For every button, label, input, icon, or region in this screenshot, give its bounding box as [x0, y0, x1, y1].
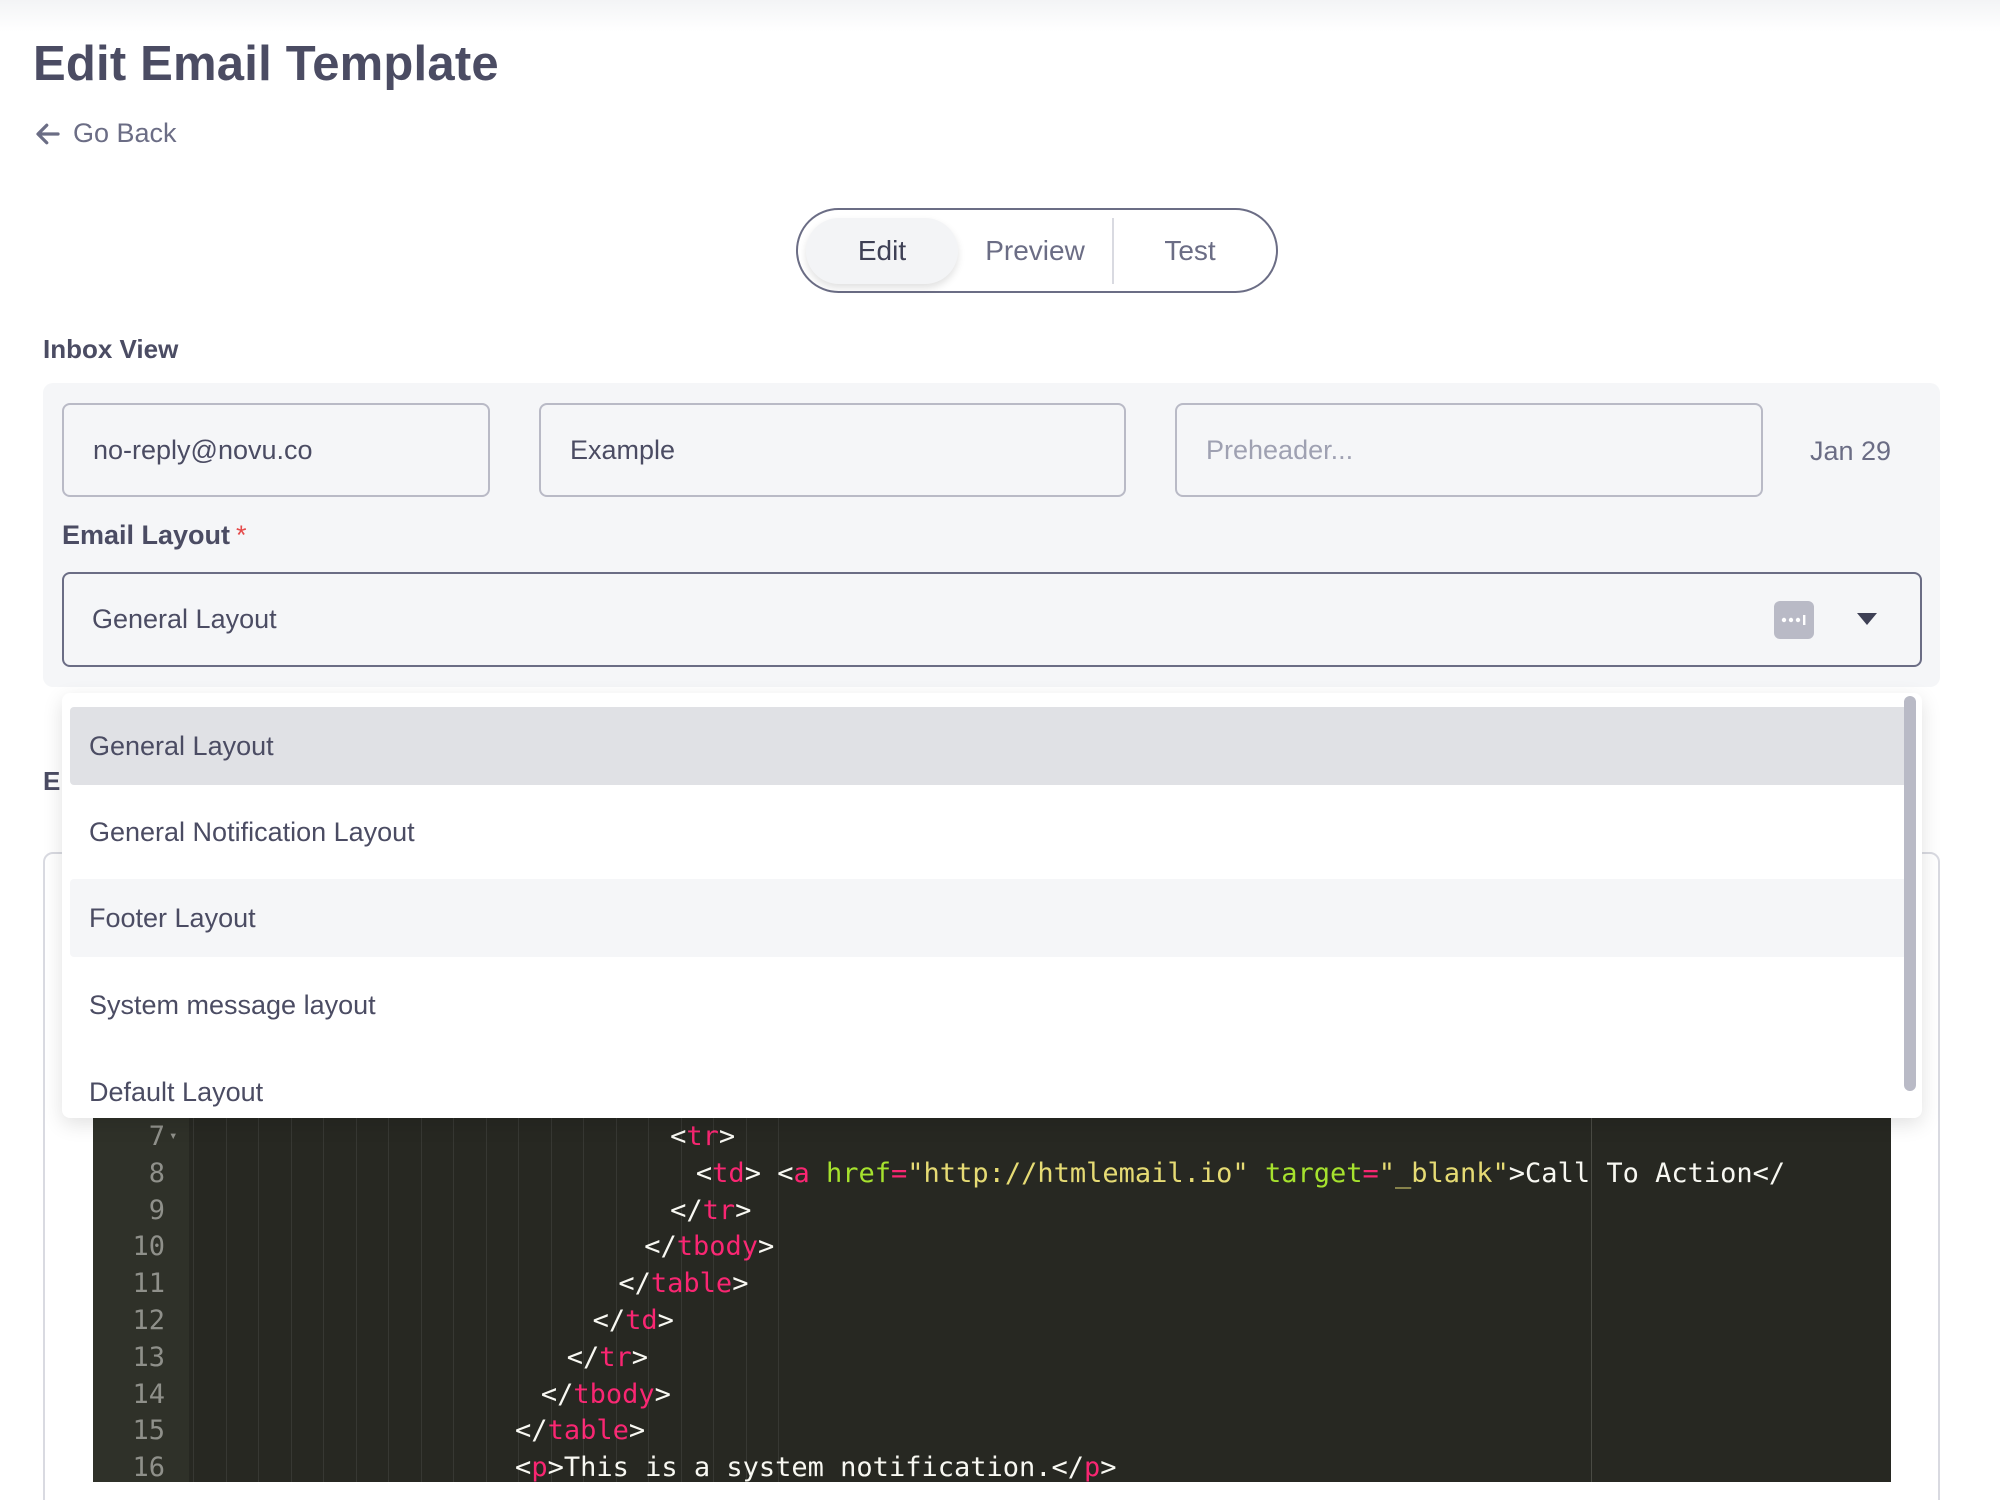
indent-guide — [550, 1118, 552, 1482]
code-line: 10 </tbody> — [93, 1228, 1891, 1265]
preheader-field[interactable]: Preheader... — [1175, 403, 1763, 497]
email-layout-label: Email Layout * — [62, 520, 247, 551]
password-manager-icon[interactable] — [1774, 601, 1814, 639]
dropdown-option[interactable]: General Notification Layout — [70, 793, 1908, 871]
line-number: 10 — [132, 1231, 165, 1263]
line-number: 16 — [132, 1452, 165, 1482]
code-text: </table> — [618, 1268, 749, 1300]
code-line: 12 </td> — [93, 1302, 1891, 1339]
go-back-label: Go Back — [73, 118, 177, 148]
indent-guide — [518, 1118, 519, 1482]
code-text: </tr> — [670, 1194, 752, 1226]
required-mark: * — [236, 520, 247, 550]
indent-guide — [258, 1118, 259, 1482]
indent-guide — [453, 1118, 454, 1482]
indent-guide — [485, 1118, 487, 1482]
tab-preview[interactable]: Preview — [958, 218, 1112, 284]
go-back-link[interactable]: Go Back — [33, 118, 177, 149]
code-text: </tbody> — [540, 1378, 671, 1410]
indent-guide — [193, 1118, 194, 1482]
code-line: 8 <td> <a href="http://htmlemail.io" targ… — [93, 1155, 1891, 1192]
tab-test[interactable]: Test — [1114, 218, 1266, 284]
code-line: 13 </tr> — [93, 1339, 1891, 1376]
indent-guide — [713, 1118, 714, 1482]
chevron-down-icon[interactable] — [1856, 612, 1878, 626]
line-number: 15 — [132, 1415, 165, 1447]
line-number: 11 — [132, 1268, 165, 1300]
arrow-left-icon — [36, 123, 60, 144]
code-text: <p>This is a system notification.</p> — [515, 1452, 1117, 1482]
subject-field[interactable]: Example — [539, 403, 1126, 497]
code-text: </table> — [515, 1415, 646, 1447]
fold-arrow-icon[interactable]: ▾ — [169, 1118, 177, 1155]
view-mode-switch: Edit Preview Test — [796, 208, 1278, 293]
indent-guide — [323, 1118, 324, 1482]
code-text: </tr> — [566, 1341, 649, 1373]
subject-value: Example — [570, 434, 676, 465]
indent-guide — [680, 1118, 682, 1482]
sender-field[interactable]: no-reply@novu.co — [62, 403, 490, 497]
code-text: <td> <a href="http://htmlemail.io" targe… — [695, 1157, 1786, 1189]
line-number: 9 — [148, 1194, 165, 1226]
indent-guide — [615, 1118, 617, 1482]
email-layout-select[interactable]: General Layout — [62, 572, 1922, 667]
inbox-view-label: Inbox View — [43, 334, 179, 364]
dropdown-option[interactable]: System message layout — [70, 966, 1908, 1044]
code-text: </td> — [592, 1305, 674, 1336]
sender-value: no-reply@novu.co — [93, 434, 313, 465]
code-text: </tbody> — [644, 1231, 775, 1263]
indent-guide — [290, 1118, 292, 1482]
inbox-date: Jan 29 — [1810, 436, 1892, 466]
indent-guide — [225, 1118, 227, 1482]
topbar-shadow — [0, 0, 2000, 32]
page-title: Edit Email Template — [33, 37, 499, 91]
email-layout-selected-value: General Layout — [92, 604, 277, 634]
code-line: 15 </table> — [93, 1412, 1891, 1449]
dropdown-option[interactable]: Default Layout — [70, 1053, 1908, 1118]
line-number: 13 — [132, 1341, 165, 1373]
line-number: 12 — [132, 1305, 165, 1336]
code-line: 7 ▾ <tr> — [93, 1118, 1891, 1155]
code-line: 9 </tr> — [93, 1192, 1891, 1229]
email-layout-label-text: Email Layout — [62, 520, 231, 550]
editor-section-label: E — [43, 766, 61, 796]
dropdown-scrollbar[interactable] — [1904, 696, 1916, 1091]
line-number: 8 — [148, 1157, 165, 1189]
indent-guide — [388, 1118, 389, 1482]
email-layout-dropdown: General Layout General Notification Layou… — [62, 693, 1922, 1118]
line-number: 7 — [148, 1121, 165, 1152]
print-margin-line — [1591, 1118, 1592, 1482]
indent-guide — [355, 1118, 357, 1482]
indent-guide — [778, 1118, 779, 1482]
preheader-placeholder: Preheader... — [1206, 434, 1354, 465]
tab-edit[interactable]: Edit — [806, 217, 958, 284]
indent-guide — [583, 1118, 584, 1482]
indent-guide — [745, 1118, 747, 1482]
code-line: 16 <p>This is a system notification.</p> — [93, 1449, 1891, 1482]
dropdown-option[interactable]: General Layout — [70, 707, 1908, 785]
indent-guide — [648, 1118, 649, 1482]
code-line: 14 </tbody> — [93, 1376, 1891, 1413]
code-line: 11 </table> — [93, 1265, 1891, 1302]
code-editor[interactable]: 7 ▾ <tr> 8 <td> <a href="http://htmlemail.io… — [93, 1118, 1891, 1482]
indent-guide — [420, 1118, 422, 1482]
dropdown-option[interactable]: Footer Layout — [70, 879, 1908, 957]
line-number: 14 — [132, 1378, 165, 1410]
